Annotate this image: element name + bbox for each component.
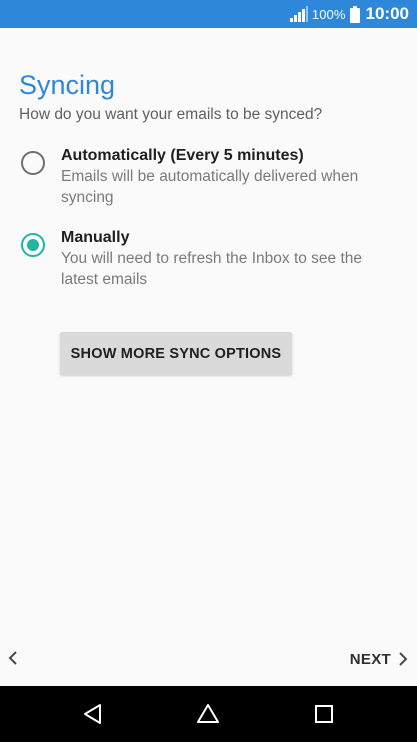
option-title: Automatically (Every 5 minutes) [61,147,304,164]
status-bar: 100% 10:00 [0,0,417,28]
battery-icon [349,5,360,23]
option-description: You will need to refresh the Inbox to se… [61,250,363,288]
next-label: NEXT [349,650,391,668]
chevron-left-icon[interactable] [6,648,20,668]
recents-icon[interactable] [312,702,336,726]
show-more-sync-options-button[interactable]: SHOW MORE SYNC OPTIONS [60,332,292,375]
battery-percent: 100% [311,6,346,22]
sync-option-automatically[interactable]: Automatically (Every 5 minutes) Emails w… [0,143,417,209]
signal-icon [289,6,308,22]
option-description: Emails will be automatically delivered w… [61,168,359,206]
clock: 10:00 [365,4,409,23]
page-subtitle: How do you want your emails to be synced… [19,106,323,123]
home-icon[interactable] [196,702,220,726]
option-title: Manually [61,229,130,246]
page-title: Syncing [19,70,116,100]
radio-button-manually[interactable] [21,233,45,257]
navigation-bar [0,686,417,742]
next-button[interactable]: NEXT [350,646,409,672]
back-icon[interactable] [81,702,105,726]
chevron-right-icon [397,650,409,668]
status-icons: 100% 10:00 [289,0,409,28]
radio-selected-dot [27,239,39,251]
sync-option-manually[interactable]: Manually You will need to refresh the In… [0,225,417,291]
radio-button-automatically[interactable] [21,151,45,175]
